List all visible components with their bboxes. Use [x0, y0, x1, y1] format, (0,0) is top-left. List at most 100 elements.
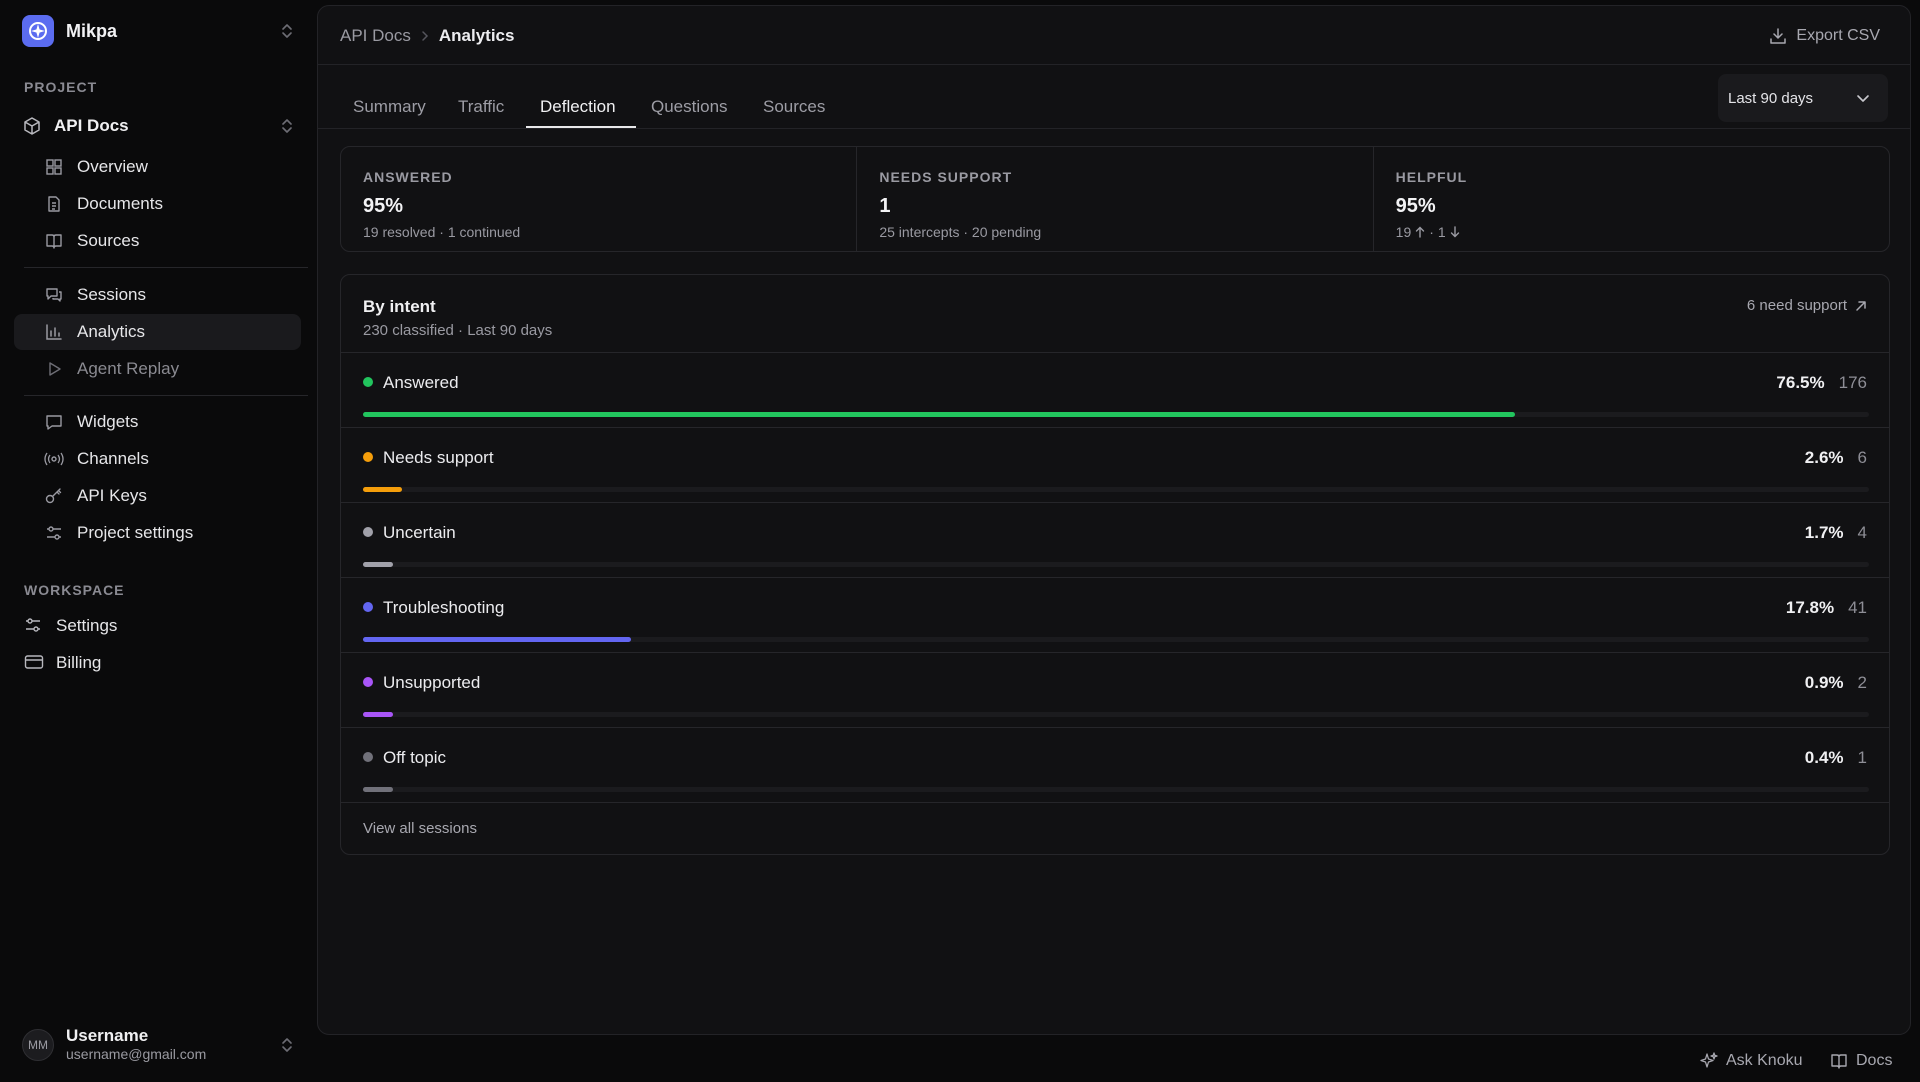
intent-percent: 76.5%: [1776, 373, 1825, 392]
sidebar-item-api-keys[interactable]: API Keys: [14, 478, 301, 514]
intent-label: Troubleshooting: [383, 598, 505, 617]
sidebar-item-label: Channels: [77, 449, 149, 468]
book-icon: [1830, 1052, 1848, 1070]
sidebar-item-label: Sources: [77, 231, 140, 250]
intent-row[interactable]: Needs support 2.6% 6: [341, 428, 1889, 503]
divider: [24, 267, 308, 268]
intent-label: Needs support: [383, 448, 494, 467]
view-all-label: View all sessions: [363, 820, 477, 837]
tab-questions[interactable]: Questions: [651, 97, 728, 117]
chat-bubbles-icon: [44, 285, 64, 305]
tab-traffic[interactable]: Traffic: [458, 97, 504, 117]
project-name: API Docs: [54, 116, 129, 135]
export-csv-button[interactable]: Export CSV: [1769, 27, 1880, 45]
status-dot-icon: [363, 377, 373, 387]
ask-knoku-button[interactable]: Ask Knoku: [1700, 1052, 1802, 1070]
intent-row[interactable]: Uncertain 1.7% 4: [341, 503, 1889, 578]
user-menu[interactable]: MM Username username@gmail.com: [22, 1025, 294, 1065]
user-name: Username: [66, 1026, 149, 1045]
chevron-updown-icon[interactable]: [280, 1036, 294, 1054]
chevron-updown-icon[interactable]: [280, 22, 294, 40]
tab-sources[interactable]: Sources: [763, 97, 825, 117]
ask-knoku-label: Ask Knoku: [1726, 1052, 1803, 1069]
intent-count: 6: [1857, 448, 1867, 467]
docs-label: Docs: [1856, 1052, 1893, 1069]
intent-label: Answered: [383, 373, 459, 392]
intent-percent: 17.8%: [1785, 598, 1835, 617]
document-icon: [44, 194, 64, 214]
sidebar-item-documents[interactable]: Documents: [14, 186, 301, 222]
intent-subtitle: 230 classified · Last 90 days: [363, 322, 553, 339]
docs-button[interactable]: Docs: [1830, 1052, 1892, 1070]
sidebar-item-agent-replay[interactable]: Agent Replay: [14, 351, 301, 387]
intent-percent: 1.7%: [1804, 523, 1844, 542]
intent-count: 4: [1857, 523, 1867, 542]
stat-label: ANSWERED: [363, 169, 453, 185]
arrow-up-icon: [1415, 226, 1425, 238]
status-dot-icon: [363, 602, 373, 612]
intent-label: Unsupported: [383, 673, 481, 692]
key-icon: [44, 486, 64, 506]
org-logo-icon: [22, 15, 54, 47]
sidebar-item-label: Settings: [56, 616, 118, 635]
sidebar: Mikpa PROJECT API Docs Overview Document…: [0, 0, 310, 1082]
intent-progress-fill: [363, 562, 393, 567]
need-support-link[interactable]: 6 need support: [1747, 297, 1867, 314]
project-switcher[interactable]: API Docs: [22, 113, 294, 139]
intent-breakdown-card: By intent 230 classified · Last 90 days …: [340, 274, 1890, 855]
stat-value: 95%: [363, 195, 404, 217]
intent-row[interactable]: Off topic 0.4% 1: [341, 728, 1889, 803]
breadcrumb-parent[interactable]: API Docs: [340, 26, 411, 46]
play-icon: [44, 359, 64, 379]
avatar: MM: [22, 1029, 54, 1061]
tab-summary[interactable]: Summary: [353, 97, 426, 117]
intent-progress-track: [363, 637, 1869, 642]
tab-deflection[interactable]: Deflection: [540, 97, 616, 117]
intent-progress-track: [363, 712, 1869, 717]
stat-value: 1: [879, 195, 891, 217]
sidebar-item-label: Overview: [77, 157, 148, 176]
sidebar-item-widgets[interactable]: Widgets: [14, 404, 301, 440]
arrow-down-icon: [1450, 226, 1460, 238]
org-name: Mikpa: [66, 20, 118, 41]
sidebar-item-channels[interactable]: Channels: [14, 441, 301, 477]
stat-helpful: HELPFUL 95% 19 · 1: [1374, 147, 1889, 251]
sidebar-item-overview[interactable]: Overview: [14, 149, 301, 185]
intent-row[interactable]: Answered 76.5% 176: [341, 353, 1889, 428]
stat-value: 95%: [1395, 195, 1436, 217]
sidebar-item-label: API Keys: [77, 486, 147, 505]
user-email: username@gmail.com: [66, 1046, 207, 1062]
org-switcher[interactable]: Mikpa: [22, 14, 294, 48]
chevron-updown-icon[interactable]: [280, 117, 294, 135]
thumbs-down-count: 1: [1437, 224, 1446, 240]
sidebar-item-label: Analytics: [77, 322, 146, 341]
intent-label: Off topic: [383, 748, 446, 767]
sidebar-item-settings[interactable]: Settings: [24, 611, 117, 641]
stat-label: HELPFUL: [1395, 169, 1468, 185]
separator-dot: ·: [1429, 224, 1434, 240]
view-all-sessions-link[interactable]: View all sessions: [341, 803, 1889, 853]
sidebar-item-label: Agent Replay: [77, 359, 180, 378]
sidebar-item-project-settings[interactable]: Project settings: [14, 515, 301, 551]
active-tab-indicator: [526, 126, 636, 128]
sidebar-item-analytics[interactable]: Analytics: [14, 314, 301, 350]
sidebar-item-billing[interactable]: Billing: [24, 648, 101, 678]
sidebar-item-sources[interactable]: Sources: [14, 223, 301, 259]
workspace-section-label: WORKSPACE: [24, 582, 125, 598]
intent-row[interactable]: Unsupported 0.9% 2: [341, 653, 1889, 728]
intent-progress-track: [363, 487, 1869, 492]
intent-count: 176: [1838, 373, 1867, 392]
sidebar-item-sessions[interactable]: Sessions: [14, 277, 301, 313]
top-bar: API Docs Analytics Export CSV: [318, 6, 1910, 65]
bar-chart-icon: [44, 322, 64, 342]
intent-progress-fill: [363, 412, 1515, 417]
sidebar-item-label: Documents: [77, 194, 163, 213]
cube-icon: [22, 116, 42, 136]
intent-row[interactable]: Troubleshooting 17.8% 41: [341, 578, 1889, 653]
stats-row: ANSWERED 95% 19 resolved · 1 continued N…: [340, 146, 1890, 252]
status-dot-icon: [363, 752, 373, 762]
date-range-select[interactable]: Last 90 days: [1718, 74, 1888, 122]
sparkles-icon: [1700, 1052, 1718, 1070]
status-dot-icon: [363, 677, 373, 687]
book-icon: [44, 231, 64, 251]
